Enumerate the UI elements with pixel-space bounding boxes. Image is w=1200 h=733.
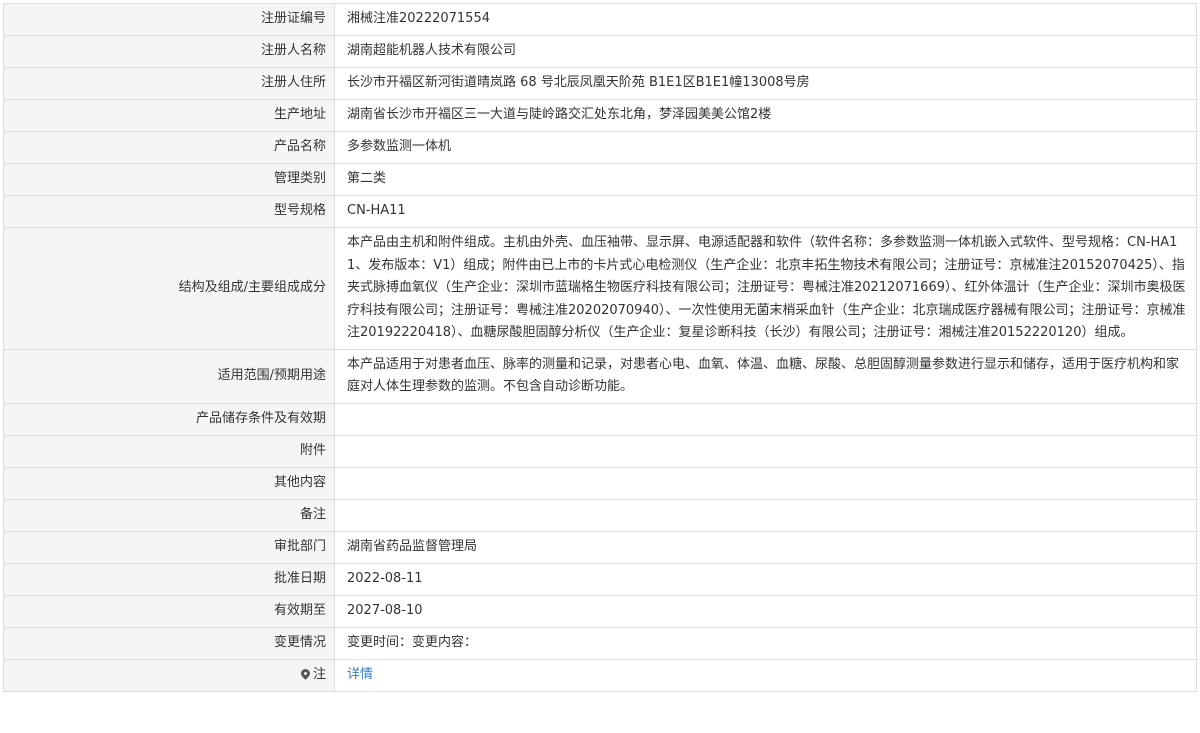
registrant-address-value: 长沙市开福区新河街道晴岚路 68 号北辰凤凰天阶苑 B1E1区B1E1幢1300… bbox=[334, 67, 1197, 100]
row-structure: 结构及组成/主要组成成分 本产品由主机和附件组成。主机由外壳、血压袖带、显示屏、… bbox=[3, 227, 1197, 350]
row-approval-dept: 审批部门 湖南省药品监督管理局 bbox=[3, 530, 1197, 564]
reg-no-label: 注册证编号 bbox=[3, 3, 335, 36]
valid-until-label: 有效期至 bbox=[3, 594, 335, 628]
approval-date-value: 2022-08-11 bbox=[334, 562, 1197, 596]
row-intended-use: 适用范围/预期用途 本产品适用于对患者血压、脉率的测量和记录，对患者心电、血氧、… bbox=[3, 348, 1197, 404]
row-note: 注 详情 bbox=[3, 658, 1197, 692]
remarks-value bbox=[334, 498, 1197, 532]
row-changes: 变更情况 变更时间：变更内容： bbox=[3, 626, 1197, 660]
row-approval-date: 批准日期 2022-08-11 bbox=[3, 562, 1197, 596]
management-class-value: 第二类 bbox=[334, 163, 1197, 196]
other-value bbox=[334, 466, 1197, 500]
intended-use-value: 本产品适用于对患者血压、脉率的测量和记录，对患者心电、血氧、体温、血糖、尿酸、总… bbox=[334, 348, 1197, 404]
product-name-label: 产品名称 bbox=[3, 131, 335, 164]
remarks-label: 备注 bbox=[3, 498, 335, 532]
registration-details: 注册证编号 湘械注准20222071554 注册人名称 湖南超能机器人技术有限公… bbox=[3, 3, 1197, 692]
row-registrant-address: 注册人住所 长沙市开福区新河街道晴岚路 68 号北辰凤凰天阶苑 B1E1区B1E… bbox=[3, 67, 1197, 100]
structure-value: 本产品由主机和附件组成。主机由外壳、血压袖带、显示屏、电源适配器和软件（软件名称… bbox=[334, 227, 1197, 350]
changes-value: 变更时间：变更内容： bbox=[334, 626, 1197, 660]
row-valid-until: 有效期至 2027-08-10 bbox=[3, 594, 1197, 628]
valid-until-value: 2027-08-10 bbox=[334, 594, 1197, 628]
management-class-label: 管理类别 bbox=[3, 163, 335, 196]
row-reg-no: 注册证编号 湘械注准20222071554 bbox=[3, 3, 1197, 36]
product-name-value: 多参数监测一体机 bbox=[334, 131, 1197, 164]
row-product-name: 产品名称 多参数监测一体机 bbox=[3, 131, 1197, 164]
row-storage: 产品储存条件及有效期 bbox=[3, 402, 1197, 436]
production-address-value: 湖南省长沙市开福区三一大道与陡岭路交汇处东北角，梦泽园美美公馆2楼 bbox=[334, 99, 1197, 132]
registrant-value: 湖南超能机器人技术有限公司 bbox=[334, 35, 1197, 68]
model-spec-label: 型号规格 bbox=[3, 195, 335, 228]
model-spec-value: CN-HA11 bbox=[334, 195, 1197, 228]
production-address-label: 生产地址 bbox=[3, 99, 335, 132]
storage-label: 产品储存条件及有效期 bbox=[3, 402, 335, 436]
note-label: 注 bbox=[312, 666, 326, 682]
row-attachment: 附件 bbox=[3, 434, 1197, 468]
storage-value bbox=[334, 402, 1197, 436]
row-remarks: 备注 bbox=[3, 498, 1197, 532]
row-other: 其他内容 bbox=[3, 466, 1197, 500]
registrant-address-label: 注册人住所 bbox=[3, 67, 335, 100]
structure-label: 结构及组成/主要组成成分 bbox=[3, 227, 335, 350]
map-pin-icon bbox=[299, 666, 312, 680]
row-model-spec: 型号规格 CN-HA11 bbox=[3, 195, 1197, 228]
registrant-label: 注册人名称 bbox=[3, 35, 335, 68]
row-production-address: 生产地址 湖南省长沙市开福区三一大道与陡岭路交汇处东北角，梦泽园美美公馆2楼 bbox=[3, 99, 1197, 132]
note-label-cell: 注 bbox=[3, 658, 335, 692]
registration-info-table: 注册证编号 湘械注准20222071554 注册人名称 湖南超能机器人技术有限公… bbox=[3, 3, 1197, 692]
approval-dept-label: 审批部门 bbox=[3, 530, 335, 564]
details-link[interactable]: 详情 bbox=[347, 667, 373, 682]
approval-date-label: 批准日期 bbox=[3, 562, 335, 596]
attachment-label: 附件 bbox=[3, 434, 335, 468]
note-value-cell: 详情 bbox=[334, 658, 1197, 692]
row-management-class: 管理类别 第二类 bbox=[3, 163, 1197, 196]
intended-use-label: 适用范围/预期用途 bbox=[3, 348, 335, 404]
other-label: 其他内容 bbox=[3, 466, 335, 500]
attachment-value bbox=[334, 434, 1197, 468]
reg-no-value: 湘械注准20222071554 bbox=[334, 3, 1197, 36]
changes-label: 变更情况 bbox=[3, 626, 335, 660]
approval-dept-value: 湖南省药品监督管理局 bbox=[334, 530, 1197, 564]
row-registrant: 注册人名称 湖南超能机器人技术有限公司 bbox=[3, 35, 1197, 68]
